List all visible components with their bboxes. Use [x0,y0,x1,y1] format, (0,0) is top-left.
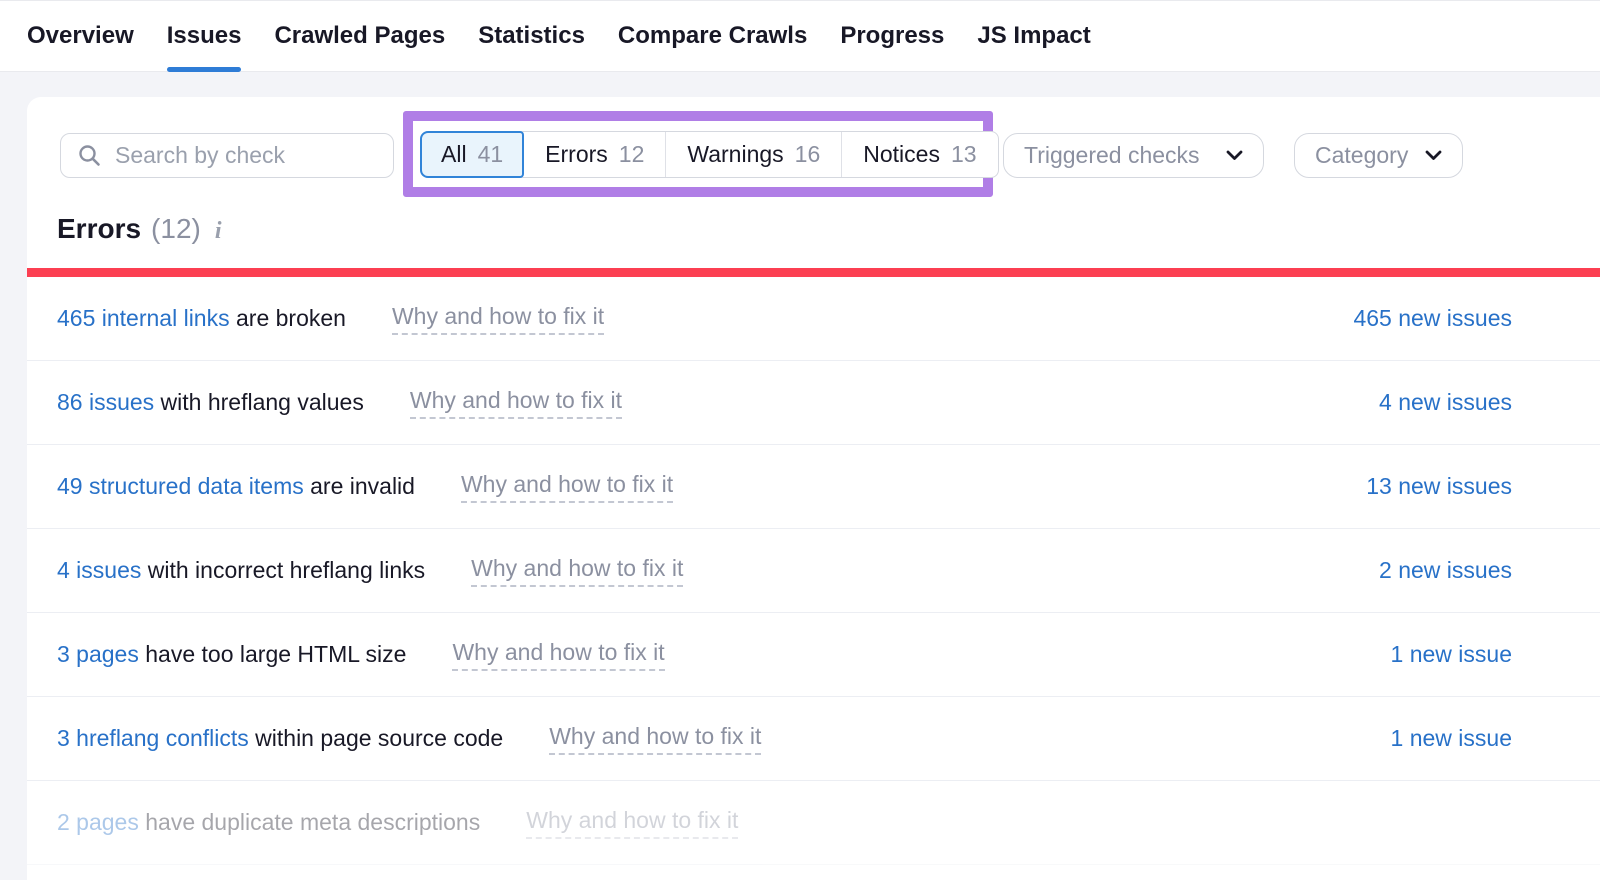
triggered-checks-dropdown[interactable]: Triggered checks [1003,133,1264,178]
issue-link[interactable]: 4 issues [57,557,141,583]
errors-section-header: Errors (12) i [57,213,222,245]
filter-all[interactable]: All 41 [420,131,524,178]
issue-row: 4 issues with incorrect hreflang links W… [27,529,1600,613]
issue-link[interactable]: 465 internal links [57,305,230,331]
why-how-to-fix-link[interactable]: Why and how to fix it [461,471,673,503]
new-issues-link[interactable]: 1 new issue [1391,641,1512,668]
why-how-to-fix-link[interactable]: Why and how to fix it [410,387,622,419]
filter-warnings-label: Warnings [687,141,783,168]
issue-description: with hreflang values [154,389,364,415]
triggered-checks-label: Triggered checks [1024,142,1200,169]
section-count: (12) [151,213,201,245]
new-issues-link[interactable]: 465 new issues [1353,305,1512,332]
filter-all-label: All [441,141,467,168]
new-issues-link[interactable]: 13 new issues [1366,473,1512,500]
filter-annotation-highlight: All 41 Errors 12 Warnings 16 Notices 13 [403,111,993,197]
search-input[interactable] [60,133,394,178]
why-how-to-fix-link[interactable]: Why and how to fix it [392,303,604,335]
why-how-to-fix-link[interactable]: Why and how to fix it [452,639,664,671]
section-title: Errors [57,213,141,245]
new-issues-link[interactable]: 2 new issues [1379,557,1512,584]
filter-all-count: 41 [478,141,504,168]
filter-notices[interactable]: Notices 13 [842,132,997,177]
issue-description: have duplicate meta descriptions [139,809,480,835]
tab-crawled-pages[interactable]: Crawled Pages [274,1,445,71]
filter-errors-label: Errors [545,141,608,168]
filter-errors[interactable]: Errors 12 [524,132,666,177]
issue-description: are invalid [304,473,415,499]
search-icon [78,144,101,167]
why-how-to-fix-link[interactable]: Why and how to fix it [471,555,683,587]
category-dropdown[interactable]: Category [1294,133,1463,178]
issues-panel: All 41 Errors 12 Warnings 16 Notices 13 … [27,97,1600,880]
filter-notices-label: Notices [863,141,940,168]
info-icon[interactable]: i [211,218,222,245]
error-severity-bar [27,268,1600,277]
tab-js-impact[interactable]: JS Impact [977,1,1090,71]
tab-statistics[interactable]: Statistics [478,1,585,71]
new-issues-link[interactable]: 4 new issues [1379,389,1512,416]
search-field-wrapper [60,133,394,178]
issue-description: have too large HTML size [139,641,407,667]
issue-row: 465 internal links are broken Why and ho… [27,277,1600,361]
issue-link[interactable]: 3 pages [57,641,139,667]
issue-description: are broken [230,305,346,331]
tab-issues[interactable]: Issues [167,1,242,71]
issue-link[interactable]: 86 issues [57,389,154,415]
filter-errors-count: 12 [619,141,645,168]
issue-row: 2 pages have duplicate meta descriptions… [27,781,1600,865]
issue-description: with incorrect hreflang links [141,557,425,583]
issue-row: 3 hreflang conflicts within page source … [27,697,1600,781]
top-navigation: Overview Issues Crawled Pages Statistics… [0,0,1600,72]
why-how-to-fix-link[interactable]: Why and how to fix it [526,807,738,839]
filter-warnings[interactable]: Warnings 16 [666,132,842,177]
issue-description: within page source code [249,725,503,751]
filter-notices-count: 13 [951,141,977,168]
issue-link[interactable]: 3 hreflang conflicts [57,725,249,751]
issues-list: 465 internal links are broken Why and ho… [27,277,1600,865]
issue-link[interactable]: 49 structured data items [57,473,304,499]
issue-row: 49 structured data items are invalid Why… [27,445,1600,529]
filter-warnings-count: 16 [795,141,821,168]
tab-compare-crawls[interactable]: Compare Crawls [618,1,807,71]
issue-row: 3 pages have too large HTML size Why and… [27,613,1600,697]
chevron-down-icon [1226,150,1243,161]
chevron-down-icon [1425,150,1442,161]
tab-progress[interactable]: Progress [840,1,944,71]
severity-filter-group: All 41 Errors 12 Warnings 16 Notices 13 [420,131,999,178]
issue-link[interactable]: 2 pages [57,809,139,835]
tab-overview[interactable]: Overview [27,1,134,71]
why-how-to-fix-link[interactable]: Why and how to fix it [549,723,761,755]
category-label: Category [1315,142,1408,169]
new-issues-link[interactable]: 1 new issue [1391,725,1512,752]
issue-row: 86 issues with hreflang values Why and h… [27,361,1600,445]
